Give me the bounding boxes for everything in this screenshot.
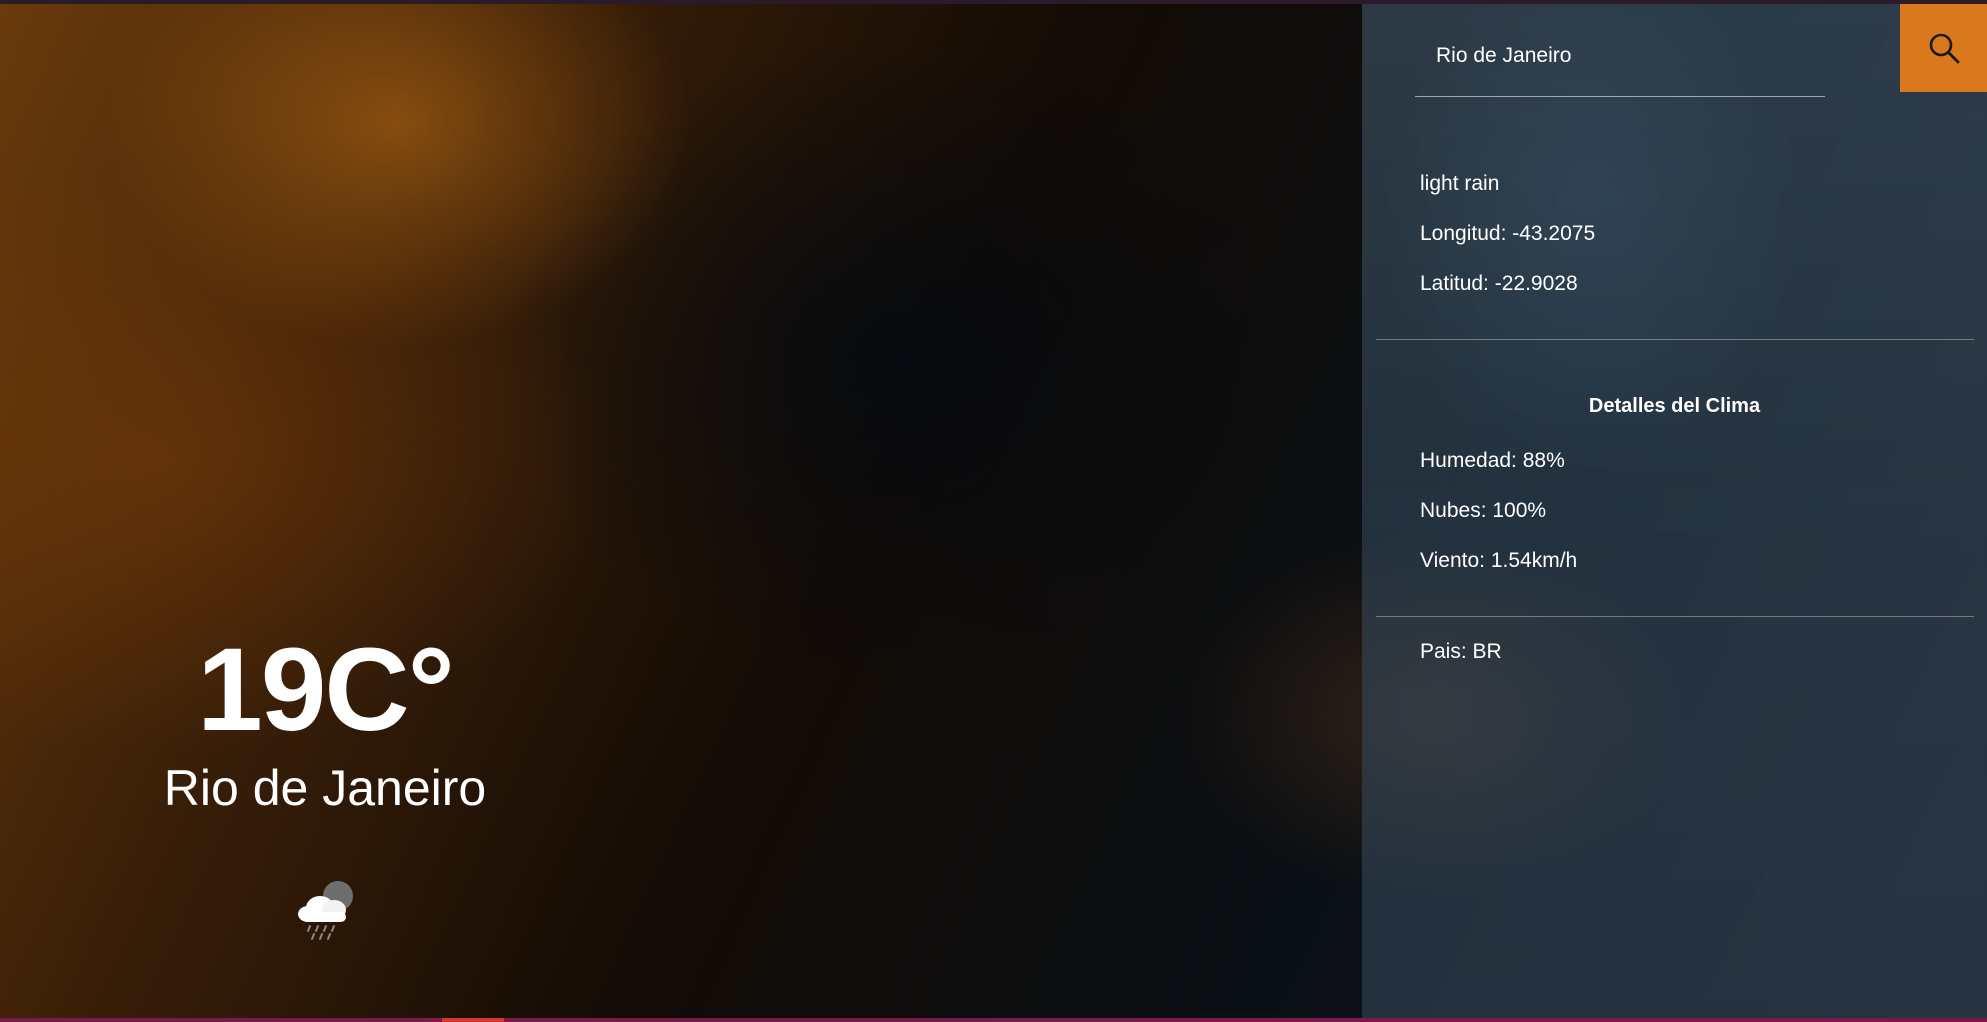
clouds-value: Nubes: 100% xyxy=(1420,499,1547,522)
current-weather-summary: 19C° Rio de Janeiro xyxy=(0,620,650,944)
city-search-input[interactable] xyxy=(1415,36,1825,76)
weather-description: light rain xyxy=(1420,172,1500,195)
divider xyxy=(1376,616,1974,617)
temperature-display: 19C° xyxy=(197,624,455,756)
divider xyxy=(1376,339,1974,340)
wind-value: Viento: 1.54km/h xyxy=(1420,549,1578,572)
weather-app: 19C° Rio de Janeiro Rio de Janeiro light… xyxy=(0,0,1987,1022)
city-name: Rio de Janeiro xyxy=(163,760,487,816)
search-field-wrapper xyxy=(1415,18,1825,97)
latitude-value: Latitud: -22.9028 xyxy=(1420,272,1578,295)
bottom-stripe xyxy=(0,1018,1987,1022)
bottom-accent xyxy=(442,1018,504,1022)
country-value: Pais: BR xyxy=(1420,640,1502,663)
light-rain-icon xyxy=(298,881,353,940)
section-title: Detalles del Clima xyxy=(1588,395,1761,417)
search-icon xyxy=(1929,33,1959,64)
details-panel: light rain Longitud: -43.2075 Latitud: -… xyxy=(1362,4,1987,1018)
search-button[interactable] xyxy=(1900,4,1987,92)
humidity-value: Humedad: 88% xyxy=(1420,449,1565,472)
longitude-value: Longitud: -43.2075 xyxy=(1420,222,1596,245)
